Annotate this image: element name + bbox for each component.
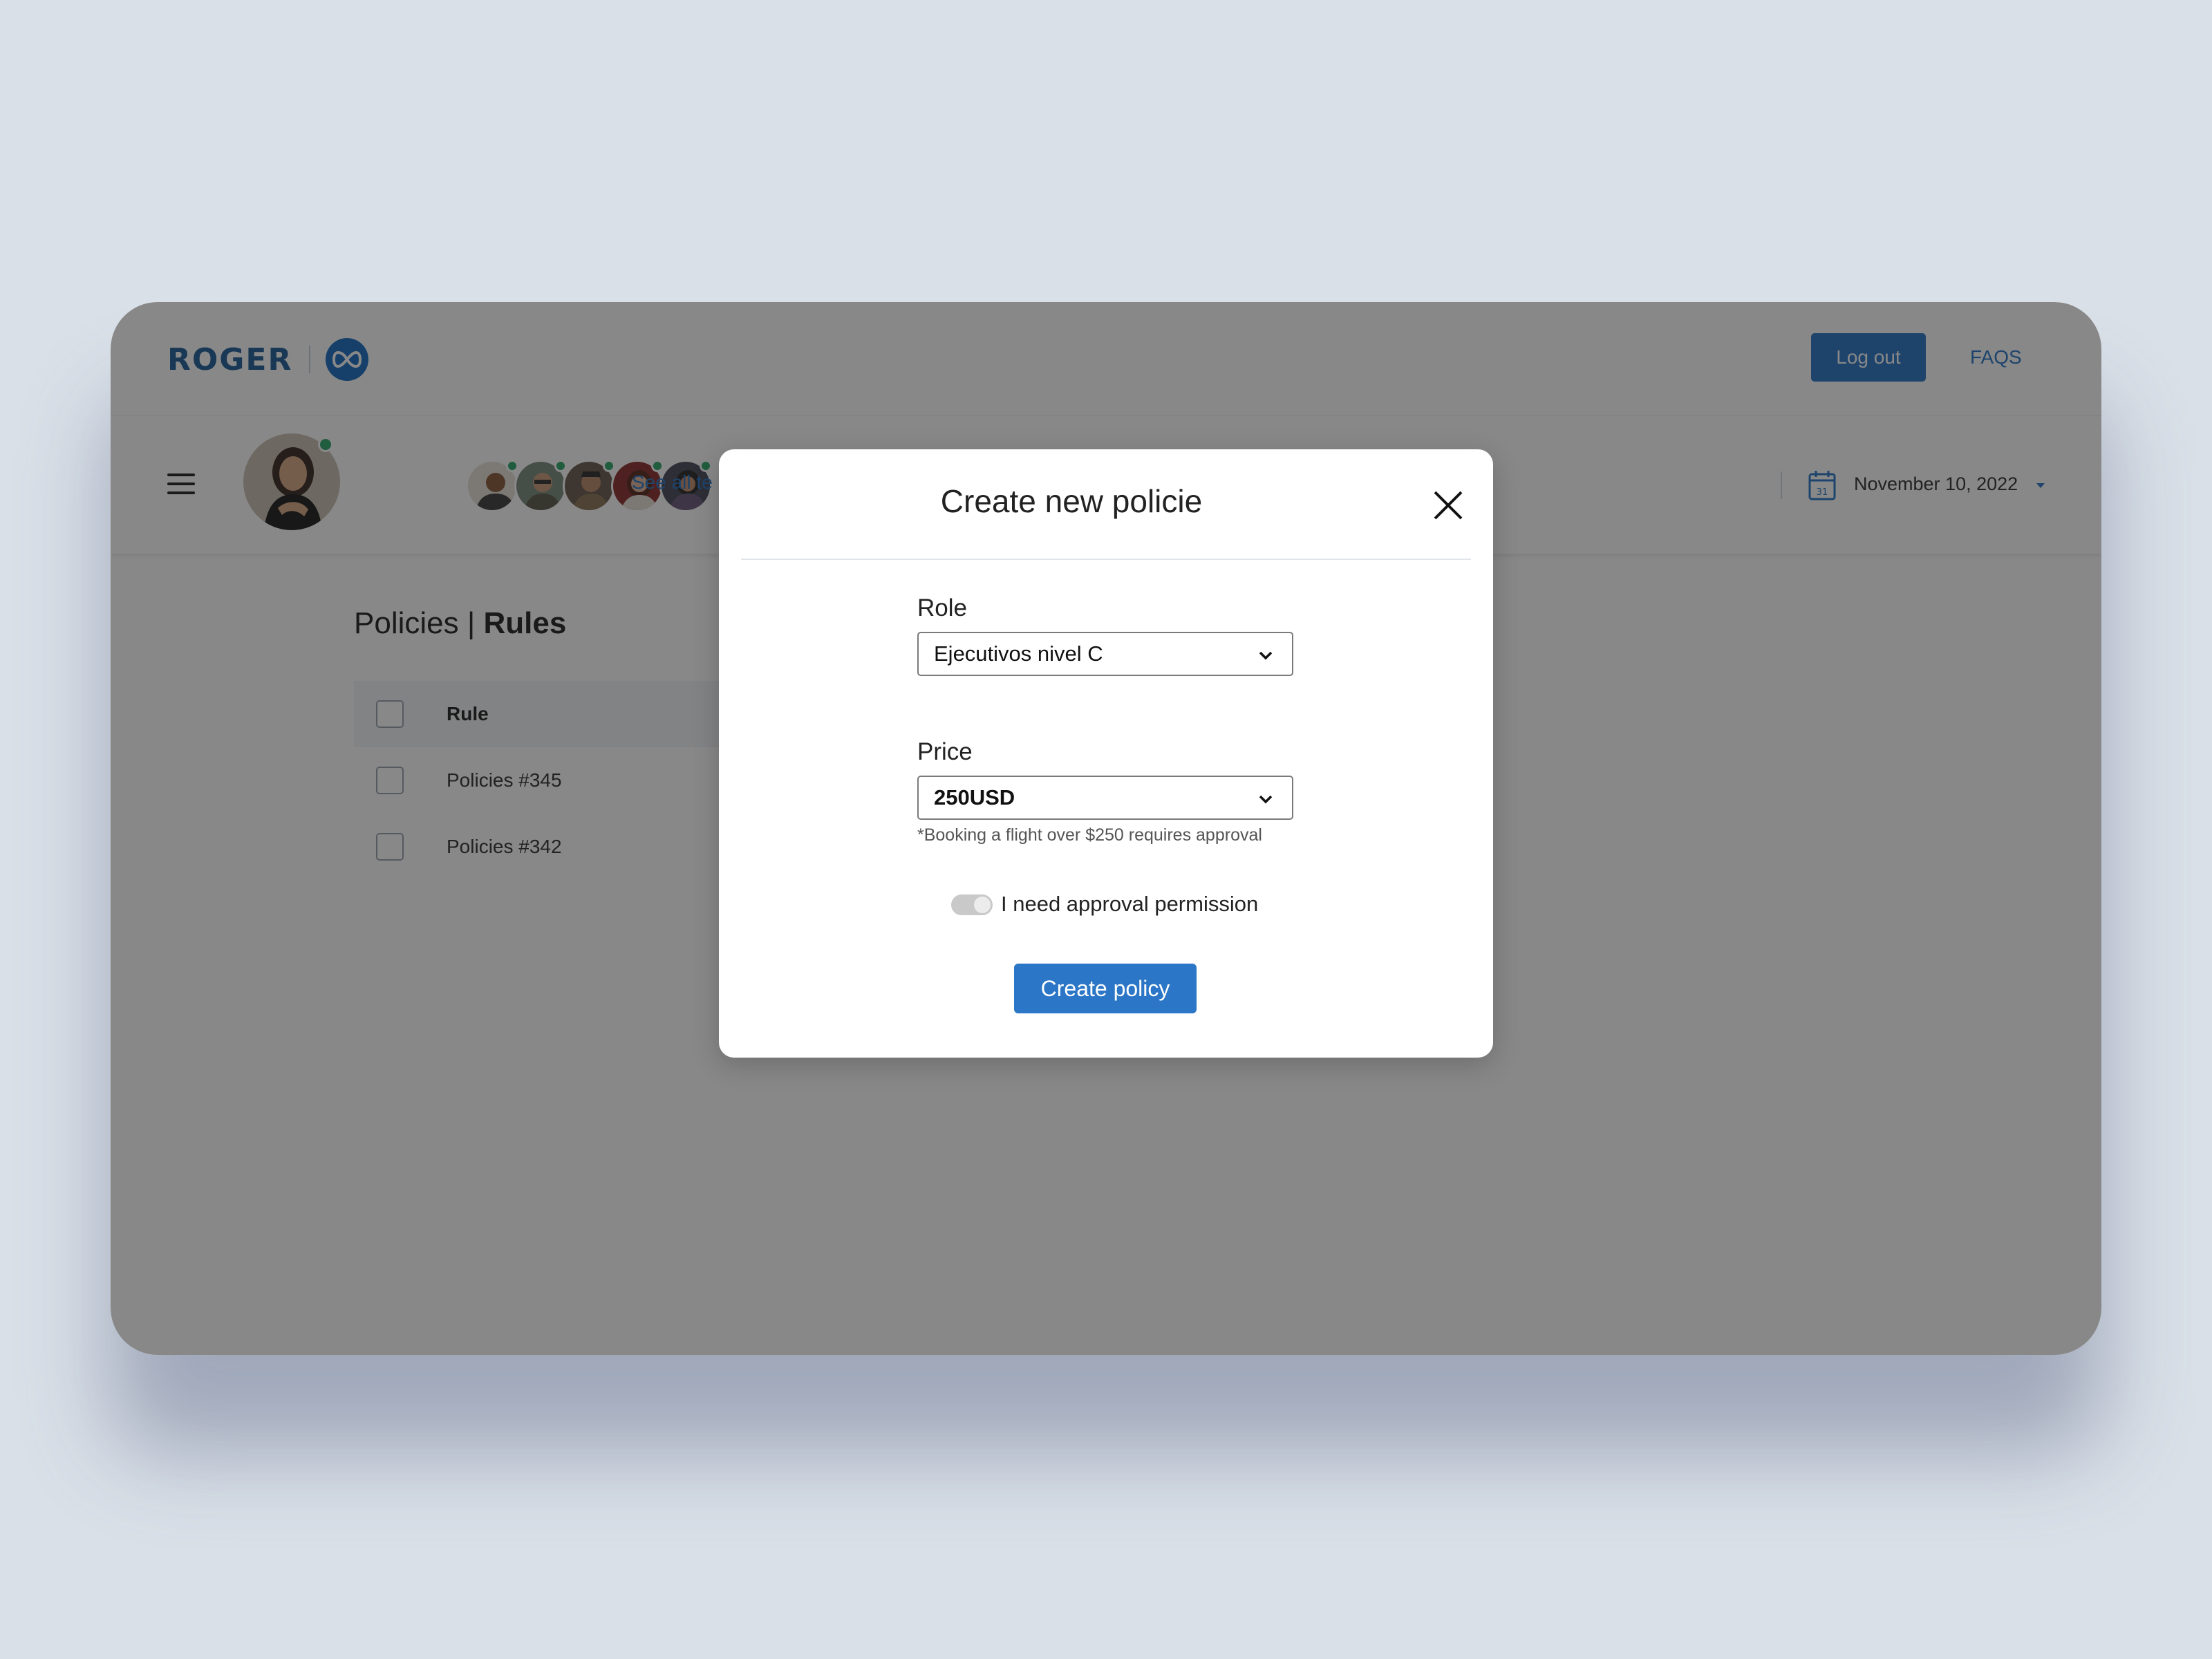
create-policy-modal: Create new policie Role Ejecutivos nivel…: [719, 449, 1493, 1058]
create-policy-button[interactable]: Create policy: [1014, 964, 1197, 1013]
close-icon[interactable]: [1431, 488, 1465, 523]
role-label: Role: [917, 594, 967, 621]
approval-toggle-label: I need approval permission: [1001, 892, 1259, 916]
role-select[interactable]: Ejecutivos nivel C: [917, 632, 1293, 676]
chevron-down-icon: [1256, 791, 1275, 807]
price-label: Price: [917, 738, 973, 765]
chevron-down-icon: [1256, 647, 1275, 664]
modal-divider: [741, 559, 1471, 560]
approval-toggle[interactable]: [951, 894, 993, 915]
price-hint: *Booking a flight over $250 requires app…: [917, 825, 1262, 845]
price-select-value: 250USD: [934, 785, 1015, 809]
price-select[interactable]: 250USD: [917, 776, 1293, 820]
role-select-value: Ejecutivos nivel C: [934, 641, 1103, 666]
modal-title: Create new policie: [940, 483, 1203, 519]
toggle-knob: [974, 897, 991, 913]
